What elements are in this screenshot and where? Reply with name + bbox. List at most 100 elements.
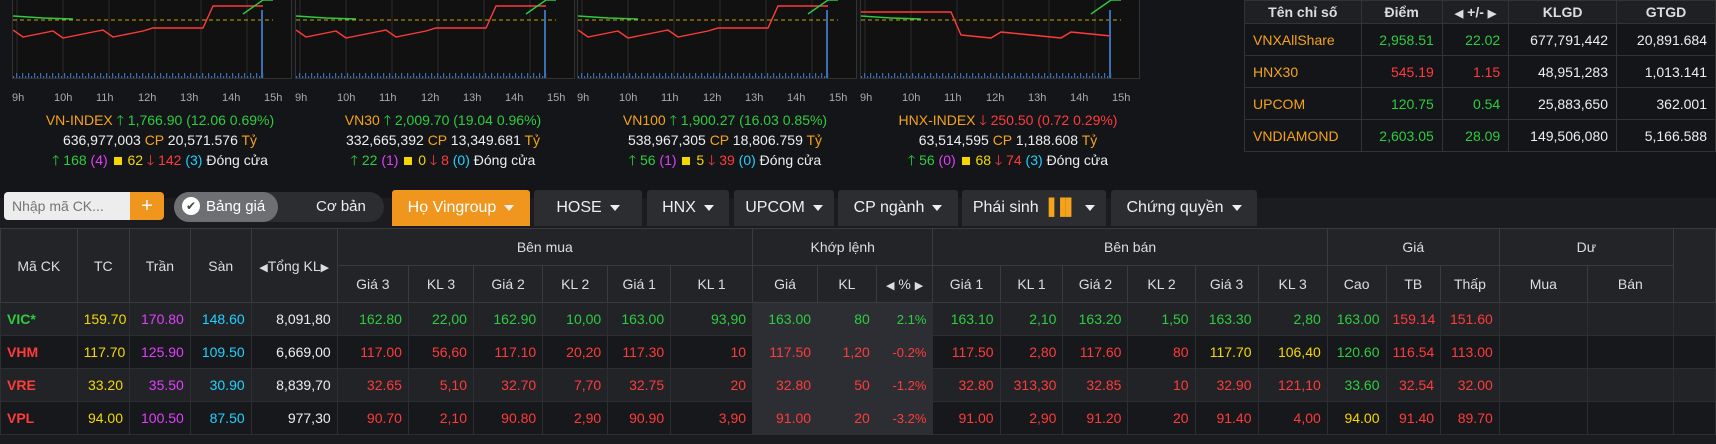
ticker-code[interactable]: VPL — [0, 401, 78, 435]
cell-b2: 117.10 — [472, 335, 544, 369]
index-block-2[interactable]: 9h 10h 11h 12h 13h 14h 15h VN100 🡑 1,900.27 (16… — [565, 0, 857, 190]
table-row[interactable]: VRE 33.20 35.50 30.90 8,839,70 32.65 5,10 32.70… — [0, 368, 1716, 402]
floor-price: 109.50 — [189, 335, 252, 369]
index-block-3[interactable]: 9h 10h 11h 12h 13h 14h 15h HNX-INDEX 🡓 250.50 (… — [848, 0, 1140, 190]
hour-label: 11h — [944, 92, 962, 104]
ticker-code[interactable]: VHM — [0, 335, 78, 369]
cell-b3: 117.00 — [336, 335, 409, 369]
arrow-down-icon: 🡓 — [708, 152, 716, 168]
header-san: Sàn — [189, 228, 252, 303]
tab-label: HNX — [662, 199, 696, 216]
tab-4[interactable]: CP ngành — [838, 190, 958, 226]
status-text: Đóng cửa — [1046, 152, 1109, 168]
arrow-down-icon: 🡓 — [979, 112, 987, 128]
cell-b2: 162.90 — [472, 302, 544, 336]
header-col-2: Giá 2 — [472, 265, 544, 303]
index-line-3: 🡑 56 (0) 68 🡓 74 (3) Đóng cửa — [848, 150, 1168, 174]
cell-bk1: 10 — [670, 335, 754, 369]
tab-1[interactable]: HOSE — [534, 190, 642, 226]
up-count: 56 — [639, 152, 656, 168]
summary-row[interactable]: HNX30 545.19 1.15 48,951,283 1,013.141 — [1244, 55, 1716, 88]
tab-0[interactable]: Họ Vingroup — [392, 190, 530, 226]
header-col-18: Mua — [1498, 265, 1588, 303]
cell-mk: 80 — [817, 302, 877, 336]
floor-count: (0) — [738, 152, 756, 168]
check-icon: ✔ — [182, 197, 200, 216]
header-col-12: KL 2 — [1127, 265, 1196, 303]
header-col-9: Giá 1 — [932, 265, 1001, 303]
tab-2[interactable]: HNX — [647, 190, 729, 226]
cell-s1: 163.10 — [932, 302, 1001, 336]
chevron-down-icon — [504, 204, 515, 211]
cell-mp: 91.00 — [752, 401, 819, 435]
ceil-count: (1) — [381, 152, 399, 168]
summary-name: VNDIAMOND — [1244, 119, 1362, 152]
toggle-co-ban[interactable]: Cơ bản — [316, 192, 366, 222]
down-count: 8 — [441, 152, 449, 168]
table-row[interactable]: VHM 117.70 125.90 109.50 6,669,00 117.00 56,60… — [0, 335, 1716, 369]
up-count: 56 — [919, 152, 935, 168]
toggle-bang-gia[interactable]: ✔ Bảng giá — [174, 192, 278, 222]
ref-price: 33.20 — [76, 368, 131, 402]
hour-label: 15h — [264, 92, 283, 104]
cell-du-ban — [1586, 302, 1674, 336]
chevron-down-icon — [812, 204, 823, 211]
header-col-7: KL — [817, 265, 877, 303]
index-block-1[interactable]: 9h 10h 11h 12h 13h 14h 15h VN30 🡑 2,009.70 (19.… — [283, 0, 575, 190]
header-col-11: Giá 2 — [1062, 265, 1129, 303]
price-board: Mã CK TC Trần Sàn ◀Tổng KL▶ Bên mua Khớp… — [0, 228, 1716, 444]
summary-row[interactable]: UPCOM 120.75 0.54 25,883,650 362.001 — [1244, 87, 1716, 120]
cell-du-ban — [1586, 335, 1674, 369]
tab-6[interactable]: Chứng quyền — [1111, 190, 1257, 226]
index-line-1: VN-INDEX 🡑 1,766.90 (12.06 0.69%) — [0, 110, 320, 134]
header-tong-kl[interactable]: ◀Tổng KL▶ — [250, 228, 338, 303]
cell-sk2: 20 — [1127, 401, 1196, 435]
hour-label: 9h — [295, 92, 308, 104]
tab-label: UPCOM — [745, 199, 805, 216]
down-count: 39 — [719, 152, 735, 168]
index-line-3: 🡑 56 (1) 5 🡓 39 (0) Đóng cửa — [565, 150, 885, 174]
caret-left-icon: ◀ — [1454, 8, 1464, 20]
header-tc: TC — [76, 228, 131, 303]
index-value: 1,900.27 (16.03 0.85%) — [676, 112, 828, 128]
tab-5[interactable]: Phái sinh ▐▐▌ — [962, 190, 1106, 226]
cell-extra — [1672, 368, 1716, 402]
cell-b1: 117.30 — [607, 335, 672, 369]
ceil-price: 170.80 — [129, 302, 191, 336]
cell-hi: 120.60 — [1326, 335, 1387, 369]
tab-3[interactable]: UPCOM — [734, 190, 834, 226]
header-col-8[interactable]: ◀ % ▶ — [875, 265, 934, 303]
toolbar: + ✔Bảng giá Cơ bản Họ Vingroup HOSE HNX UPC… — [0, 190, 1716, 228]
total-volume: 8,839,70 — [250, 368, 338, 402]
hour-label: 9h — [577, 92, 590, 104]
hour-axis: 9h 10h 11h 12h 13h 14h 15h — [283, 92, 583, 106]
summary-point: 2,958.51 — [1360, 23, 1443, 56]
chevron-down-icon — [609, 204, 620, 211]
index-gtgd: 1,188.608 — [1015, 132, 1079, 148]
search-input[interactable] — [4, 192, 130, 220]
index-volume: 538,967,305 — [627, 132, 706, 148]
cell-s1: 91.00 — [932, 401, 1001, 435]
view-toggle[interactable]: ✔ Bảng giá Cơ bản — [174, 192, 384, 222]
hour-label: 10h — [54, 92, 73, 104]
cell-pct: 2.1% — [875, 302, 934, 336]
arrow-up-icon: 🡑 — [52, 152, 60, 168]
ticker-code[interactable]: VRE — [0, 368, 78, 402]
summary-point: 2,603.05 — [1360, 119, 1443, 152]
ticker-code[interactable]: VIC* — [0, 302, 78, 336]
summary-row[interactable]: VNDIAMOND 2,603.05 28.09 149,506,080 5,166.5… — [1244, 119, 1716, 152]
cell-mk: 50 — [817, 368, 877, 402]
caret-right-icon: ▶ — [1487, 8, 1497, 20]
caret-left-icon: ◀ — [886, 280, 895, 292]
index-block-0[interactable]: 9h 10h 11h 12h 13h 14h 15h VN-INDEX 🡑 1,766.90 … — [0, 0, 292, 190]
add-button[interactable]: + — [130, 192, 164, 220]
header-ben-mua: Bên mua — [336, 228, 754, 266]
arrow-up-icon: 🡑 — [350, 152, 358, 168]
summary-point: 545.19 — [1360, 55, 1443, 88]
summary-row[interactable]: VNXAllShare 2,958.51 22.02 677,791,442 20,89… — [1244, 23, 1716, 56]
table-row[interactable]: VIC* 159.70 170.80 148.60 8,091,80 162.80 22,0… — [0, 302, 1716, 336]
table-row[interactable]: VPL 94.00 100.50 87.50 977,30 90.70 2,10 90.80 2… — [0, 401, 1716, 435]
hour-label: 9h — [12, 92, 25, 104]
index-chart — [295, 0, 575, 79]
header-col-16: TB — [1385, 265, 1442, 303]
